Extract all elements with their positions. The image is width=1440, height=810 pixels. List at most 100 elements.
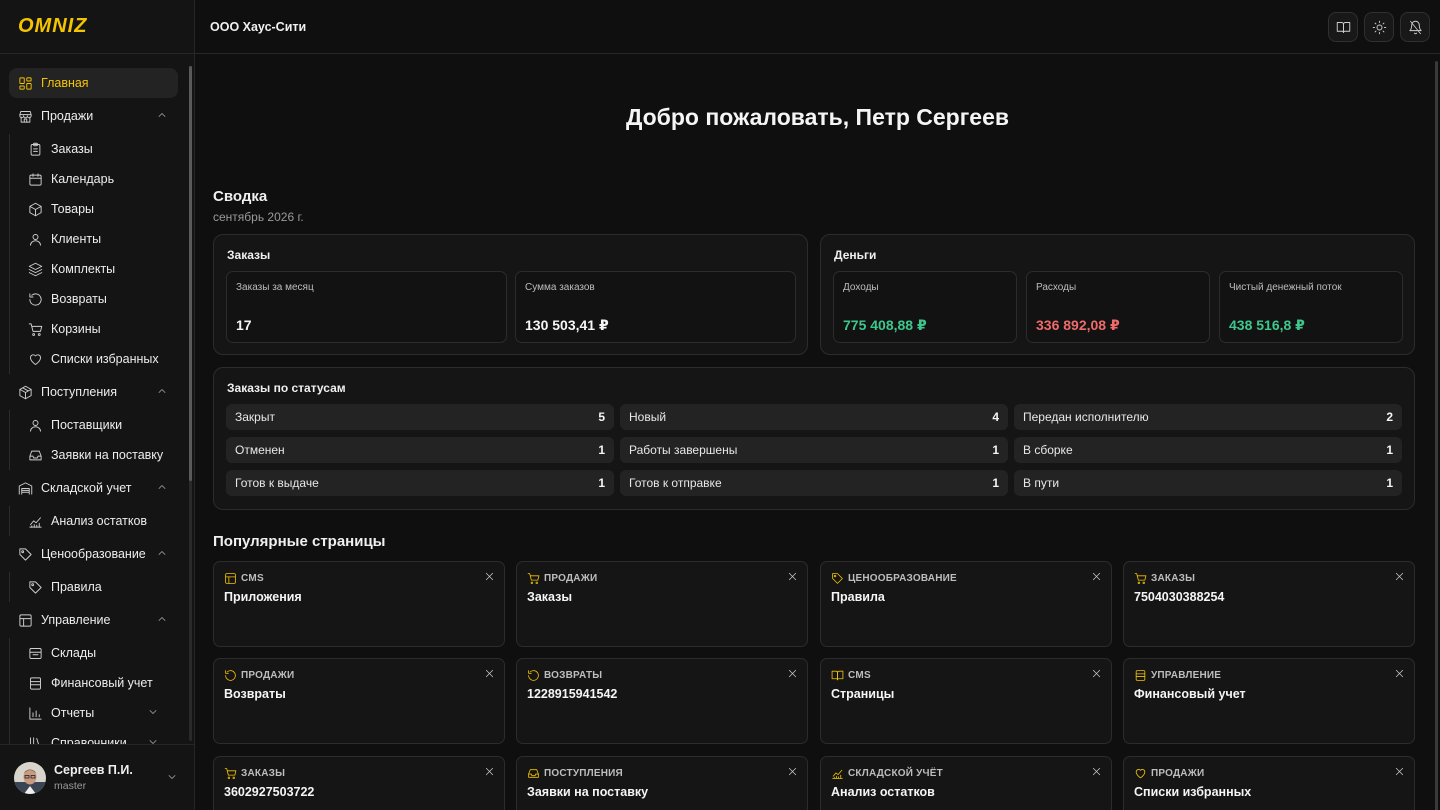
sidebar-subitem-4-0[interactable]: Правила	[19, 572, 169, 602]
category-label: CMS	[848, 670, 871, 681]
status-row[interactable]: Отменен 1	[226, 437, 614, 463]
status-row[interactable]: Передан исполнителю 2	[1014, 404, 1402, 430]
popular-page-card[interactable]: ЗАКАЗЫ 7504030388254	[1123, 561, 1415, 647]
sidebar-scrollbar-thumb[interactable]	[189, 66, 192, 481]
sidebar-item-label: Поставщики	[51, 418, 123, 432]
category-label: ПРОДАЖИ	[241, 670, 295, 681]
status-count: 4	[992, 410, 999, 424]
stat-label: Расходы	[1036, 282, 1077, 293]
bar-chart-icon	[28, 706, 51, 721]
popular-page-card[interactable]: ПРОДАЖИ Заказы	[516, 561, 808, 647]
user-menu[interactable]: Сергеев П.И. master	[0, 744, 194, 810]
category-label: ЗАКАЗЫ	[241, 768, 286, 779]
status-row[interactable]: Новый 4	[620, 404, 1008, 430]
close-icon[interactable]	[787, 766, 798, 777]
close-icon[interactable]	[484, 571, 495, 582]
close-icon[interactable]	[484, 766, 495, 777]
sidebar-subitem-5-3[interactable]: Справочники	[19, 728, 169, 744]
user-icon	[28, 418, 51, 433]
sidebar-submenu: Поставщики Заявки на поставку	[9, 410, 188, 470]
sidebar-subitem-1-4[interactable]: Комплекты	[19, 254, 169, 284]
chevron-up-icon[interactable]	[156, 547, 168, 559]
stat-net-cashflow: Чистый денежный поток 438 516,8 ₽	[1219, 271, 1403, 343]
library-icon	[28, 736, 51, 744]
company-name[interactable]: ООО Хаус-Сити	[210, 20, 306, 34]
sidebar-subitem-5-2[interactable]: Отчеты	[19, 698, 169, 728]
close-icon[interactable]	[787, 668, 798, 679]
chevron-up-icon[interactable]	[156, 481, 168, 493]
status-count: 1	[992, 443, 999, 457]
popular-page-category: ЗАКАЗЫ	[1134, 572, 1195, 585]
popular-page-card[interactable]: ЗАКАЗЫ 3602927503722	[213, 756, 505, 810]
main-scrollbar[interactable]	[1435, 61, 1438, 810]
chevron-down-icon[interactable]	[147, 736, 159, 744]
money-summary-card: Деньги Доходы 775 408,88 ₽ Расходы 336 8…	[820, 234, 1415, 355]
store-icon	[18, 109, 41, 124]
status-label: Закрыт	[235, 410, 275, 424]
popular-page-card[interactable]: CMS Приложения	[213, 561, 505, 647]
stat-income: Доходы 775 408,88 ₽	[833, 271, 1017, 343]
popular-page-name: Правила	[831, 590, 885, 604]
status-count: 1	[1386, 476, 1393, 490]
sidebar-subitem-1-5[interactable]: Возвраты	[19, 284, 169, 314]
close-icon[interactable]	[1394, 766, 1405, 777]
popular-page-card[interactable]: ПРОДАЖИ Возвраты	[213, 658, 505, 744]
close-icon[interactable]	[787, 571, 798, 582]
toggle-panel-button[interactable]	[1328, 12, 1358, 42]
sidebar-item-2[interactable]: Поступления	[9, 377, 178, 407]
close-icon[interactable]	[1091, 668, 1102, 679]
notifications-button[interactable]	[1400, 12, 1430, 42]
popular-page-card[interactable]: УПРАВЛЕНИЕ Финансовый учет	[1123, 658, 1415, 744]
close-icon[interactable]	[1394, 571, 1405, 582]
sidebar-subitem-2-1[interactable]: Заявки на поставку	[19, 440, 169, 470]
sidebar-subitem-2-0[interactable]: Поставщики	[19, 410, 169, 440]
popular-page-card[interactable]: ЦЕНООБРАЗОВАНИЕ Правила	[820, 561, 1112, 647]
sidebar-item-0[interactable]: Главная	[9, 68, 178, 98]
status-count: 1	[992, 476, 999, 490]
status-row[interactable]: Закрыт 5	[226, 404, 614, 430]
layers-icon	[28, 262, 51, 277]
close-icon[interactable]	[1091, 571, 1102, 582]
popular-page-card[interactable]: СКЛАДСКОЙ УЧЁТ Анализ остатков	[820, 756, 1112, 810]
sidebar-subitem-1-1[interactable]: Календарь	[19, 164, 169, 194]
tag-icon	[28, 580, 51, 595]
folder-icon	[28, 646, 51, 661]
sidebar-subitem-1-6[interactable]: Корзины	[19, 314, 169, 344]
popular-page-card[interactable]: ВОЗВРАТЫ 1228915941542	[516, 658, 808, 744]
status-row[interactable]: Работы завершены 1	[620, 437, 1008, 463]
chevron-down-icon[interactable]	[147, 706, 159, 718]
popular-page-card[interactable]: ПОСТУПЛЕНИЯ Заявки на поставку	[516, 756, 808, 810]
popular-page-card[interactable]: ПРОДАЖИ Списки избранных	[1123, 756, 1415, 810]
sidebar-subitem-1-2[interactable]: Товары	[19, 194, 169, 224]
sidebar-subitem-5-0[interactable]: Склады	[19, 638, 169, 668]
cart-icon	[1134, 572, 1147, 585]
sidebar-item-3[interactable]: Складской учет	[9, 473, 178, 503]
chevron-up-icon[interactable]	[156, 385, 168, 397]
sidebar-subitem-1-7[interactable]: Списки избранных	[19, 344, 169, 374]
theme-toggle-button[interactable]	[1364, 12, 1394, 42]
user-icon	[28, 232, 51, 247]
sidebar-subitem-1-3[interactable]: Клиенты	[19, 224, 169, 254]
close-icon[interactable]	[1394, 668, 1405, 679]
status-row[interactable]: В пути 1	[1014, 470, 1402, 496]
close-icon[interactable]	[484, 668, 495, 679]
popular-page-card[interactable]: CMS Страницы	[820, 658, 1112, 744]
app-logo[interactable]: OMNIZ	[18, 15, 87, 38]
chevron-up-icon[interactable]	[156, 613, 168, 625]
category-label: ПРОДАЖИ	[1151, 768, 1205, 779]
sidebar-subitem-5-1[interactable]: Финансовый учет	[19, 668, 169, 698]
inbox-icon	[28, 448, 51, 463]
sidebar-item-4[interactable]: Ценообразование	[9, 539, 178, 569]
status-row[interactable]: Готов к выдаче 1	[226, 470, 614, 496]
sidebar-nav: Главная Продажи Заказы Календарь Товары Клиен…	[0, 54, 188, 744]
status-row[interactable]: В сборке 1	[1014, 437, 1402, 463]
close-icon[interactable]	[1091, 766, 1102, 777]
chevron-up-icon[interactable]	[156, 109, 168, 121]
sidebar-subitem-3-0[interactable]: Анализ остатков	[19, 506, 169, 536]
status-row[interactable]: Готов к отправке 1	[620, 470, 1008, 496]
sidebar-subitem-1-0[interactable]: Заказы	[19, 134, 169, 164]
sidebar-item-5[interactable]: Управление	[9, 605, 178, 635]
status-label: Готов к отправке	[629, 476, 722, 490]
sidebar-item-label: Справочники	[51, 736, 127, 744]
sidebar-item-1[interactable]: Продажи	[9, 101, 178, 131]
